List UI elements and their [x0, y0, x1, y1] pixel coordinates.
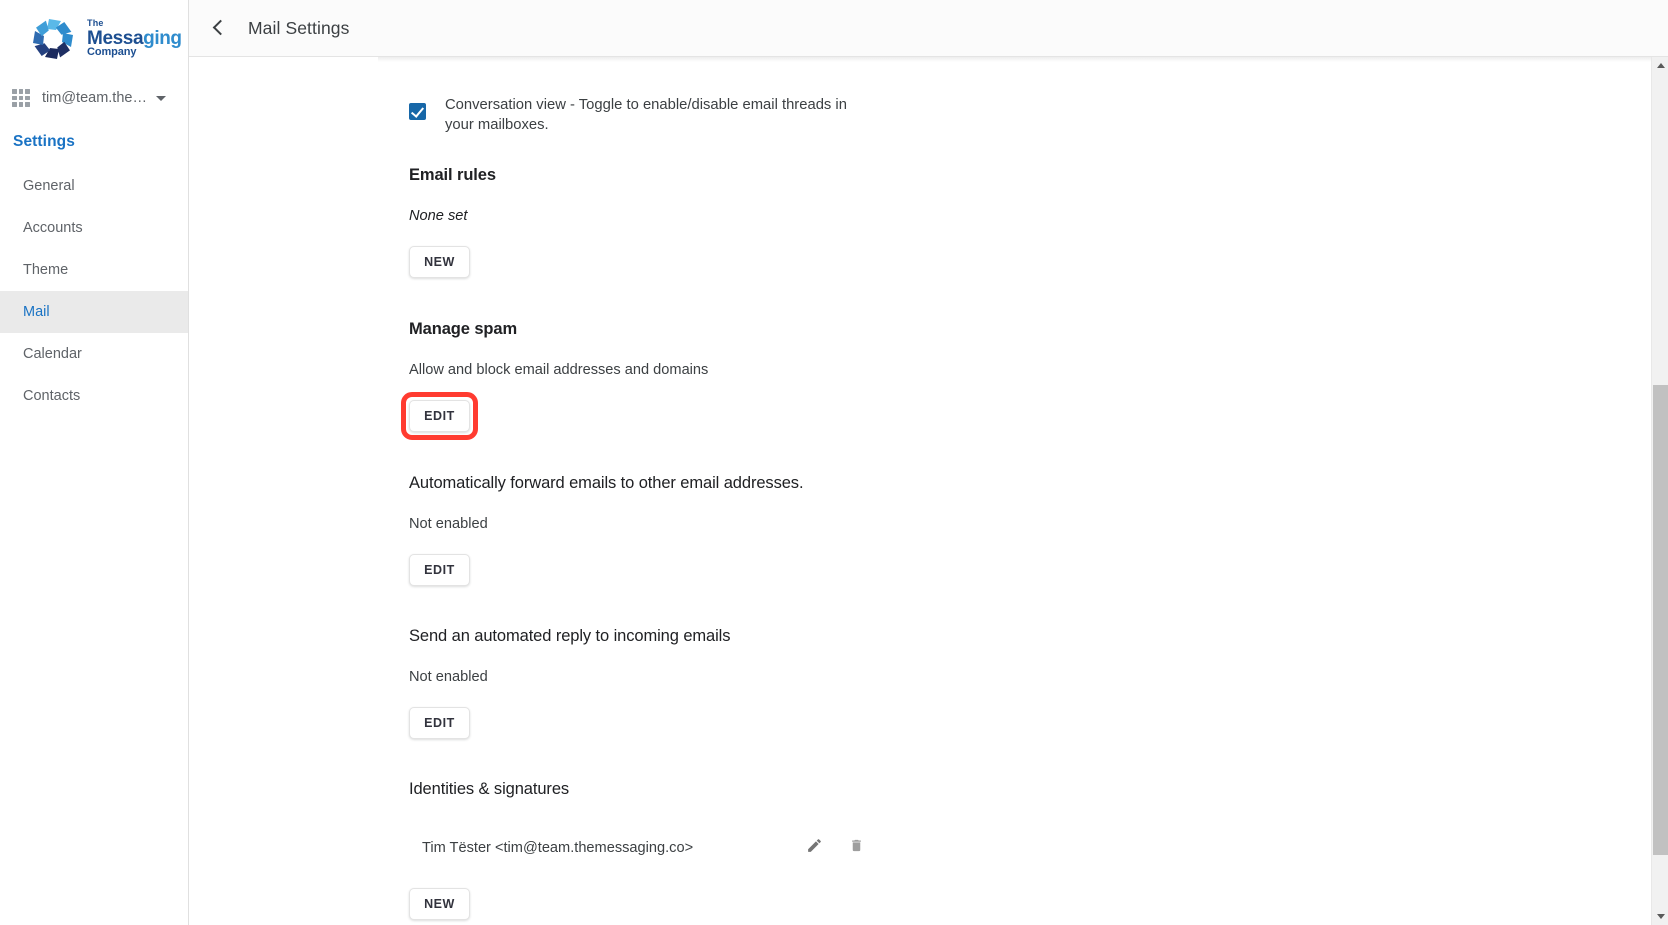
identity-row: Tim Tëster <tim@team.themessaging.co> [422, 831, 1668, 865]
manage-spam-edit-button[interactable]: EDIT [409, 400, 470, 432]
manage-spam-edit-highlight: EDIT [401, 392, 478, 440]
manage-spam-section: Manage spam Allow and block email addres… [401, 320, 1668, 440]
sidebar-item-theme[interactable]: Theme [0, 249, 188, 291]
conversation-view-label: Conversation view - Toggle to enable/dis… [445, 97, 847, 133]
trash-icon [849, 837, 864, 859]
auto-reply-heading: Send an automated reply to incoming emai… [409, 627, 731, 645]
main-panel: Mail Settings Conversation view - Toggle… [189, 0, 1668, 925]
account-switcher[interactable]: tim@team.the… [0, 77, 188, 119]
identity-delete-button[interactable] [841, 833, 871, 863]
email-rules-new-wrap: NEW [409, 246, 470, 278]
auto-forward-heading: Automatically forward emails to other em… [409, 474, 804, 492]
page-title: Mail Settings [248, 17, 350, 38]
app-root: The Messaging Company tim@team.the… Sett… [0, 0, 1668, 925]
identities-new-button[interactable]: NEW [409, 888, 470, 920]
auto-reply-section: Send an automated reply to incoming emai… [409, 627, 1668, 739]
sidebar-section-title: Settings [13, 133, 75, 150]
back-chevron-icon[interactable] [211, 17, 227, 39]
apps-grid-icon[interactable] [11, 88, 31, 108]
auto-reply-edit-button[interactable]: EDIT [409, 707, 470, 739]
email-rules-section: Email rules None set NEW [409, 166, 1668, 278]
email-rules-new-button[interactable]: NEW [409, 246, 470, 278]
page-header: Mail Settings [189, 0, 1668, 57]
sidebar-item-accounts[interactable]: Accounts [0, 207, 188, 249]
manage-spam-description: Allow and block email addresses and doma… [409, 362, 709, 378]
manage-spam-heading: Manage spam [409, 320, 518, 338]
sidebar-item-label: Mail [23, 304, 50, 320]
conversation-view-row[interactable]: Conversation view - Toggle to enable/dis… [409, 92, 1668, 135]
auto-forward-edit-button[interactable]: EDIT [409, 554, 470, 586]
settings-content: Conversation view - Toggle to enable/dis… [189, 57, 1668, 925]
sidebar-item-calendar[interactable]: Calendar [0, 333, 188, 375]
sidebar-item-general[interactable]: General [0, 165, 188, 207]
sidebar-item-contacts[interactable]: Contacts [0, 375, 188, 417]
vertical-scrollbar[interactable] [1651, 57, 1668, 925]
logo-company-text: Company [87, 46, 137, 58]
sidebar-item-label: Contacts [23, 388, 81, 404]
pencil-icon [806, 837, 823, 859]
sidebar-item-label: General [23, 178, 75, 194]
scroll-down-arrow-icon[interactable] [1652, 908, 1668, 925]
scroll-up-arrow-icon[interactable] [1652, 57, 1668, 74]
scrollbar-thumb[interactable] [1653, 385, 1668, 855]
identity-edit-button[interactable] [799, 833, 829, 863]
sidebar: The Messaging Company tim@team.the… Sett… [0, 0, 189, 925]
email-rules-status: None set [409, 208, 468, 224]
logo-the-text: The [87, 18, 104, 28]
email-rules-heading: Email rules [409, 166, 496, 184]
brand-logo[interactable]: The Messaging Company [0, 0, 188, 77]
sidebar-item-label: Calendar [23, 346, 82, 362]
identities-heading: Identities & signatures [409, 780, 570, 798]
account-email-label: tim@team.the… [42, 90, 147, 106]
identities-new-wrap: NEW [409, 888, 470, 920]
auto-forward-edit-wrap: EDIT [409, 554, 470, 586]
chevron-down-icon[interactable] [155, 95, 166, 101]
messaging-company-logo-icon [26, 14, 80, 64]
identity-name-label: Tim Tëster <tim@team.themessaging.co> [422, 840, 694, 856]
auto-forward-section: Automatically forward emails to other em… [409, 474, 1668, 586]
conversation-view-checkbox[interactable] [409, 103, 426, 120]
auto-forward-status: Not enabled [409, 516, 488, 532]
auto-reply-status: Not enabled [409, 669, 488, 685]
sidebar-item-label: Accounts [23, 220, 83, 236]
identities-section: Identities & signatures Tim Tëster <tim@… [409, 780, 1668, 920]
sidebar-item-mail[interactable]: Mail [0, 291, 188, 333]
auto-reply-edit-wrap: EDIT [409, 707, 470, 739]
sidebar-item-label: Theme [23, 262, 69, 278]
